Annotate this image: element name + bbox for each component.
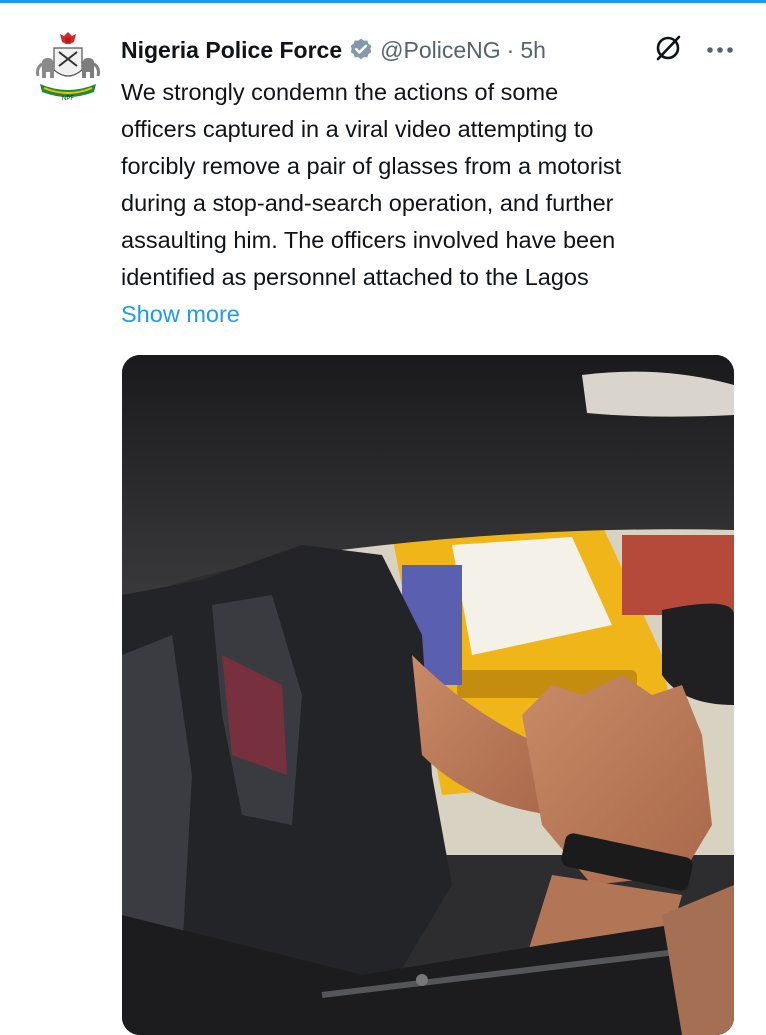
tweet-body: We strongly condemn the actions of some …: [121, 74, 741, 296]
more-dots-icon[interactable]: [706, 46, 734, 54]
grok-icon[interactable]: [653, 33, 683, 63]
tweet-header: Nigeria Police Force @PoliceNG · 5h: [121, 30, 741, 70]
tweet-text-line: during a stop-and-search operation, and …: [121, 190, 614, 216]
police-crest-logo: NPF: [36, 32, 100, 102]
video-frame-image: [122, 355, 734, 1035]
tweet-text-line: assaulting him. The officers involved ha…: [121, 227, 616, 253]
tweet-text-line: officers captured in a viral video attem…: [121, 116, 594, 142]
tweet-text-line: identified as personnel attached to the …: [121, 264, 589, 290]
svg-text:NPF: NPF: [62, 96, 74, 102]
author-handle[interactable]: @PoliceNG: [380, 37, 501, 64]
tweet-text-line: We strongly condemn the actions of some: [121, 79, 559, 105]
separator-dot: ·: [506, 36, 515, 63]
show-more-link[interactable]: Show more: [121, 296, 240, 333]
tweet-video[interactable]: [122, 355, 734, 1035]
top-divider: [0, 0, 766, 3]
avatar[interactable]: NPF: [32, 30, 104, 106]
verified-badge-icon: [350, 38, 372, 60]
author-name[interactable]: Nigeria Police Force: [121, 37, 342, 64]
tweet-text-line: forcibly remove a pair of glasses from a…: [121, 153, 622, 179]
timestamp[interactable]: 5h: [520, 37, 546, 64]
